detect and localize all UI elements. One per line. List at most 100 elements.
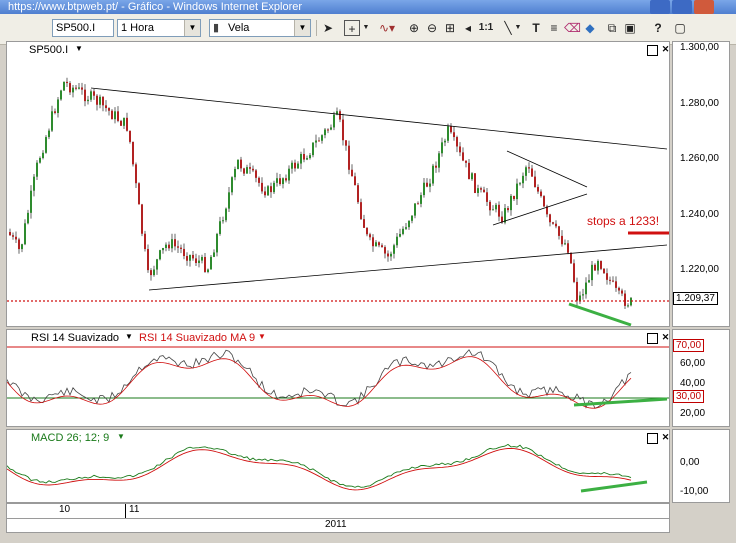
close-pane-icon[interactable]: ✕ bbox=[661, 433, 670, 442]
zoom-ratio-button[interactable]: 1:1 bbox=[476, 20, 496, 36]
candle-body bbox=[309, 155, 311, 159]
candle-body bbox=[600, 261, 602, 269]
print-icon[interactable]: ▣ bbox=[622, 20, 638, 36]
candle-body bbox=[435, 165, 437, 168]
window-icon[interactable]: ▢ bbox=[672, 20, 688, 36]
pan-left-icon[interactable]: ◂ bbox=[460, 20, 476, 36]
candle-body bbox=[429, 183, 431, 187]
candle-body bbox=[543, 196, 545, 207]
fibo-tool-icon[interactable]: ≡ bbox=[546, 20, 562, 36]
candle-body bbox=[297, 163, 299, 169]
eraser-icon[interactable]: ⌫ bbox=[564, 20, 581, 36]
close-pane-icon[interactable]: ✕ bbox=[661, 333, 670, 342]
rsi-label[interactable]: RSI 14 Suavizado bbox=[31, 332, 119, 344]
text-tool-icon[interactable]: T bbox=[528, 20, 544, 36]
candle-body bbox=[597, 261, 599, 271]
interval-select[interactable]: 1 Hora ▼ bbox=[117, 19, 201, 37]
help-icon[interactable]: ? bbox=[650, 20, 666, 36]
candle-body bbox=[399, 233, 401, 237]
candle-body bbox=[120, 120, 122, 126]
macd-dropdown-icon[interactable]: ▼ bbox=[117, 432, 125, 441]
pointer-icon[interactable]: ➤ bbox=[320, 20, 336, 36]
macd-pane[interactable]: MACD 26; 12; 9 ▼ ✕ bbox=[6, 429, 670, 503]
maximize-pane-icon[interactable] bbox=[647, 433, 658, 444]
candle-body bbox=[174, 239, 176, 247]
macd-label[interactable]: MACD 26; 12; 9 bbox=[31, 432, 109, 444]
rsi-dropdown-icon[interactable]: ▼ bbox=[125, 332, 133, 341]
candle-body bbox=[354, 176, 356, 186]
candle-body bbox=[555, 223, 557, 227]
candle-body bbox=[318, 140, 320, 142]
candle-body bbox=[36, 162, 38, 177]
candle-body bbox=[627, 305, 629, 307]
support-line bbox=[568, 302, 632, 326]
zoom-out-icon[interactable]: ⊖ bbox=[424, 20, 440, 36]
price-axis-tick: 1.300,00 bbox=[680, 42, 719, 53]
zoom-in-icon[interactable]: ⊕ bbox=[406, 20, 422, 36]
symbol-label-dropdown-icon[interactable]: ▼ bbox=[75, 44, 83, 53]
candle-body bbox=[324, 129, 326, 136]
candle-body bbox=[171, 239, 173, 249]
candle-body bbox=[510, 195, 512, 211]
rsi-ma-label[interactable]: RSI 14 Suavizado MA 9 bbox=[139, 332, 255, 344]
close-pane-icon[interactable]: ✕ bbox=[661, 45, 670, 54]
rsi-support-line bbox=[573, 397, 668, 407]
candle-body bbox=[444, 140, 446, 143]
candle-body bbox=[219, 221, 221, 234]
interval-value: 1 Hora bbox=[121, 22, 155, 34]
maximize-button[interactable] bbox=[672, 0, 692, 14]
line-dropdown-icon[interactable]: ▼ bbox=[514, 20, 522, 36]
candle-body bbox=[231, 177, 233, 193]
candle-body bbox=[54, 111, 56, 113]
candle-body bbox=[39, 158, 41, 163]
symbol-input[interactable]: SP500.I bbox=[52, 19, 114, 37]
last-price-tag: 1.209,37 bbox=[673, 292, 718, 305]
crosshair-dropdown-icon[interactable]: ▼ bbox=[362, 20, 370, 36]
candle-body bbox=[513, 195, 515, 200]
candle-body bbox=[45, 137, 47, 153]
candle-body bbox=[51, 111, 53, 131]
candle-body bbox=[477, 188, 479, 193]
rsi-chart-svg bbox=[7, 346, 669, 409]
candle-body bbox=[228, 192, 230, 209]
candle-body bbox=[561, 235, 563, 245]
candle-body bbox=[396, 236, 398, 246]
rsi-axis-tick: 20,00 bbox=[680, 408, 706, 419]
crosshair-icon[interactable]: + bbox=[344, 20, 360, 36]
trendline bbox=[90, 87, 668, 150]
chevron-down-icon: ▼ bbox=[294, 20, 310, 36]
maximize-pane-icon[interactable] bbox=[647, 333, 658, 344]
candle-body bbox=[417, 203, 419, 205]
candle-body bbox=[270, 186, 272, 193]
candle-body bbox=[303, 153, 305, 160]
candle-body bbox=[123, 117, 125, 126]
symbol-label[interactable]: SP500.I bbox=[29, 44, 68, 56]
chart-type-select[interactable]: ▮ Vela ▼ bbox=[209, 19, 311, 37]
rsi-level-high-tag: 70,00 bbox=[673, 339, 705, 352]
candle-body bbox=[300, 153, 302, 164]
candle-body bbox=[492, 209, 494, 211]
maximize-pane-icon[interactable] bbox=[647, 45, 658, 56]
minimize-button[interactable] bbox=[650, 0, 670, 14]
candle-body bbox=[549, 214, 551, 223]
rsi-pane[interactable]: RSI 14 Suavizado ▼ RSI 14 Suavizado MA 9… bbox=[6, 329, 670, 427]
candle-body bbox=[504, 208, 506, 223]
candle-body bbox=[441, 142, 443, 154]
toolbar-separator bbox=[316, 20, 317, 36]
rsi-ma-dropdown-icon[interactable]: ▼ bbox=[258, 332, 266, 341]
color-icon[interactable]: ◆ bbox=[582, 20, 598, 36]
candle-body bbox=[189, 254, 191, 261]
candle-body bbox=[480, 188, 482, 190]
close-button[interactable] bbox=[694, 0, 714, 14]
fullscreen-icon[interactable]: ⧉ bbox=[604, 20, 620, 36]
price-pane[interactable]: SP500.I ▼ ✕ stops a 1233! bbox=[6, 41, 670, 327]
candle-body bbox=[57, 99, 59, 113]
candle-body bbox=[129, 130, 131, 142]
candle-body bbox=[252, 168, 254, 171]
candle-body bbox=[384, 247, 386, 254]
indicator-icon[interactable]: ∿▾ bbox=[376, 20, 398, 36]
rsi-ma-line bbox=[7, 356, 632, 409]
fit-icon[interactable]: ⊞ bbox=[442, 20, 458, 36]
candle-body bbox=[111, 110, 113, 120]
candle-body bbox=[585, 282, 587, 295]
